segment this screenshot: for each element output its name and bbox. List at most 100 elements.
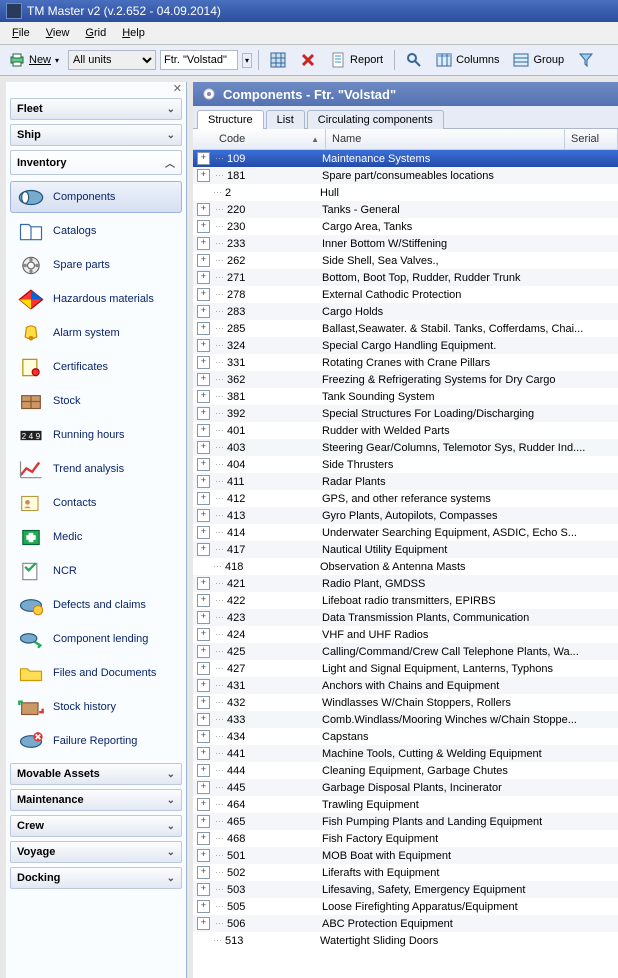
expand-icon[interactable]: + (197, 628, 210, 641)
tree-row[interactable]: +⋯362Freezing & Refrigerating Systems fo… (193, 371, 618, 388)
col-serial[interactable]: Serial (565, 129, 618, 149)
section-inventory[interactable]: Inventory︿ (10, 150, 182, 175)
tree-row[interactable]: +⋯501MOB Boat with Equipment (193, 847, 618, 864)
nav-failure[interactable]: Failure Reporting (10, 725, 182, 757)
tree-row[interactable]: +⋯424VHF and UHF Radios (193, 626, 618, 643)
menu-grid[interactable]: Grid (77, 27, 114, 39)
tab-circulating[interactable]: Circulating components (307, 110, 444, 129)
units-select[interactable]: All units (68, 50, 156, 70)
tree-row[interactable]: +⋯331Rotating Cranes with Crane Pillars (193, 354, 618, 371)
nav-contacts[interactable]: Contacts (10, 487, 182, 519)
expand-icon[interactable]: + (197, 781, 210, 794)
tree-row[interactable]: ⋯513Watertight Sliding Doors (193, 932, 618, 949)
tree-row[interactable]: +⋯431Anchors with Chains and Equipment (193, 677, 618, 694)
report-button[interactable]: Report (325, 48, 388, 72)
tree-row[interactable]: +⋯285Ballast,Seawater. & Stabil. Tanks, … (193, 320, 618, 337)
expand-icon[interactable]: + (197, 390, 210, 403)
menu-view[interactable]: View (38, 27, 78, 39)
group-button[interactable]: Group (508, 48, 569, 72)
expand-icon[interactable]: + (197, 849, 210, 862)
expand-icon[interactable]: + (197, 339, 210, 352)
menu-help[interactable]: Help (114, 27, 153, 39)
tree-row[interactable]: +⋯278External Cathodic Protection (193, 286, 618, 303)
grid-view-button[interactable] (265, 48, 291, 72)
tree-row[interactable]: +⋯432Windlasses W/Chain Stoppers, Roller… (193, 694, 618, 711)
expand-icon[interactable]: + (197, 900, 210, 913)
tree-grid[interactable]: Code▲ Name Serial +⋯109Maintenance Syste… (193, 129, 618, 978)
expand-icon[interactable]: + (197, 492, 210, 505)
nav-hours[interactable]: 249Running hours (10, 419, 182, 451)
nav-stock[interactable]: Stock (10, 385, 182, 417)
section-fleet[interactable]: Fleet⌄ (10, 98, 182, 120)
tree-row[interactable]: +⋯417Nautical Utility Equipment (193, 541, 618, 558)
tree-row[interactable]: +⋯411Radar Plants (193, 473, 618, 490)
expand-icon[interactable]: + (197, 373, 210, 386)
tree-row[interactable]: +⋯441Machine Tools, Cutting & Welding Eq… (193, 745, 618, 762)
expand-icon[interactable]: + (197, 611, 210, 624)
expand-icon[interactable]: + (197, 407, 210, 420)
section-maintenance[interactable]: Maintenance⌄ (10, 789, 182, 811)
expand-icon[interactable]: + (197, 271, 210, 284)
nav-alarm[interactable]: Alarm system (10, 317, 182, 349)
nav-hazard[interactable]: Hazardous materials (10, 283, 182, 315)
nav-catalog[interactable]: Catalogs (10, 215, 182, 247)
tree-row[interactable]: +⋯503Lifesaving, Safety, Emergency Equip… (193, 881, 618, 898)
expand-icon[interactable]: + (197, 509, 210, 522)
expand-icon[interactable]: + (197, 475, 210, 488)
tree-row[interactable]: +⋯421Radio Plant, GMDSS (193, 575, 618, 592)
search-button[interactable] (401, 48, 427, 72)
ship-input[interactable] (160, 50, 238, 70)
panel-close-icon[interactable]: ✕ (6, 82, 186, 96)
expand-icon[interactable]: + (197, 730, 210, 743)
expand-icon[interactable]: + (197, 866, 210, 879)
expand-icon[interactable]: + (197, 254, 210, 267)
expand-icon[interactable]: + (197, 713, 210, 726)
tree-row[interactable]: +⋯505Loose Firefighting Apparatus/Equipm… (193, 898, 618, 915)
filter-button[interactable] (573, 48, 599, 72)
expand-icon[interactable]: + (197, 662, 210, 675)
ship-dropdown[interactable]: ▾ (242, 53, 252, 68)
delete-button[interactable] (295, 48, 321, 72)
menu-file[interactable]: File (4, 27, 38, 39)
expand-icon[interactable]: + (197, 679, 210, 692)
expand-icon[interactable]: + (197, 815, 210, 828)
tree-row[interactable]: +⋯392Special Structures For Loading/Disc… (193, 405, 618, 422)
tree-row[interactable]: +⋯433Comb.Windlass/Mooring Winches w/Cha… (193, 711, 618, 728)
tree-row[interactable]: ⋯2Hull (193, 184, 618, 201)
expand-icon[interactable]: + (197, 764, 210, 777)
tree-row[interactable]: +⋯283Cargo Holds (193, 303, 618, 320)
expand-icon[interactable]: + (197, 883, 210, 896)
expand-icon[interactable]: + (197, 203, 210, 216)
tree-row[interactable]: +⋯401Rudder with Welded Parts (193, 422, 618, 439)
tree-row[interactable]: +⋯445Garbage Disposal Plants, Incinerato… (193, 779, 618, 796)
expand-icon[interactable]: + (197, 696, 210, 709)
col-name[interactable]: Name (326, 129, 565, 149)
expand-icon[interactable]: + (197, 288, 210, 301)
tree-row[interactable]: +⋯425Calling/Command/Crew Call Telephone… (193, 643, 618, 660)
expand-icon[interactable]: + (197, 526, 210, 539)
expand-icon[interactable]: + (197, 305, 210, 318)
section-movable[interactable]: Movable Assets⌄ (10, 763, 182, 785)
expand-icon[interactable]: + (197, 458, 210, 471)
tree-row[interactable]: +⋯444Cleaning Equipment, Garbage Chutes (193, 762, 618, 779)
expand-icon[interactable]: + (197, 543, 210, 556)
tree-row[interactable]: +⋯502Liferafts with Equipment (193, 864, 618, 881)
expand-icon[interactable]: + (197, 441, 210, 454)
tree-row[interactable]: +⋯271Bottom, Boot Top, Rudder, Rudder Tr… (193, 269, 618, 286)
section-crew[interactable]: Crew⌄ (10, 815, 182, 837)
tree-row[interactable]: +⋯403Steering Gear/Columns, Telemotor Sy… (193, 439, 618, 456)
tree-row[interactable]: +⋯233Inner Bottom W/Stiffening (193, 235, 618, 252)
tree-row[interactable]: +⋯230Cargo Area, Tanks (193, 218, 618, 235)
section-voyage[interactable]: Voyage⌄ (10, 841, 182, 863)
expand-icon[interactable]: + (197, 356, 210, 369)
tree-row[interactable]: +⋯434Capstans (193, 728, 618, 745)
section-ship[interactable]: Ship⌄ (10, 124, 182, 146)
expand-icon[interactable]: + (197, 237, 210, 250)
section-docking[interactable]: Docking⌄ (10, 867, 182, 889)
tab-list[interactable]: List (266, 110, 305, 129)
tree-row[interactable]: ⋯418Observation & Antenna Masts (193, 558, 618, 575)
tree-row[interactable]: +⋯465Fish Pumping Plants and Landing Equ… (193, 813, 618, 830)
nav-cert[interactable]: Certificates (10, 351, 182, 383)
col-code[interactable]: Code▲ (213, 129, 326, 149)
tree-row[interactable]: +⋯324Special Cargo Handling Equipment. (193, 337, 618, 354)
